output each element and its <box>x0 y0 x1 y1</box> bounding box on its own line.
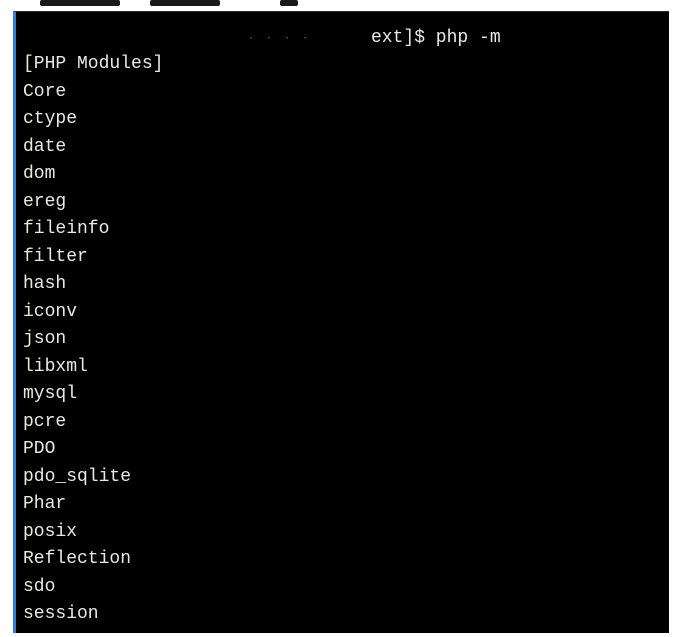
module-item: posix <box>23 521 78 542</box>
module-item: iconv <box>23 301 78 322</box>
redacted-title-text <box>280 0 298 6</box>
redacted-user-host: · · · · <box>16 26 371 50</box>
module-item: pdo_sqlite <box>23 466 132 487</box>
module-item: Core <box>23 81 67 102</box>
redacted-host-dots: · · · · <box>248 33 312 44</box>
module-item: filter <box>23 246 88 267</box>
module-item: hash <box>23 274 67 294</box>
prompt-line: · · · · ext]$ php -m <box>16 26 669 50</box>
command-text: ext]$ php -m <box>371 28 501 48</box>
screenshot-frame: · · · · ext]$ php -m [PHP Modules] Core … <box>0 0 676 637</box>
module-item: dom <box>23 164 56 184</box>
module-item: ctype <box>23 109 78 129</box>
module-item: json <box>23 329 67 349</box>
module-item: PDO <box>23 439 56 459</box>
cropped-window-title-area <box>0 0 676 11</box>
redacted-title-text <box>150 0 220 6</box>
module-item: date <box>23 136 67 157</box>
module-item: sdo <box>23 576 56 597</box>
module-item: fileinfo <box>23 219 110 239</box>
module-item: Phar <box>23 494 67 514</box>
module-item: Reflection <box>23 549 132 569</box>
module-item: pcre <box>23 411 67 432</box>
redacted-title-text <box>40 0 120 6</box>
module-item: libxml <box>23 356 88 377</box>
module-item: ereg <box>23 191 67 212</box>
module-item: mysql <box>23 384 78 404</box>
terminal-window[interactable]: · · · · ext]$ php -m [PHP Modules] Core … <box>13 11 669 633</box>
module-item: session <box>23 604 99 624</box>
output-header: [PHP Modules] <box>23 54 164 74</box>
command-output: [PHP Modules] Core ctype date dom ereg f… <box>23 51 163 629</box>
